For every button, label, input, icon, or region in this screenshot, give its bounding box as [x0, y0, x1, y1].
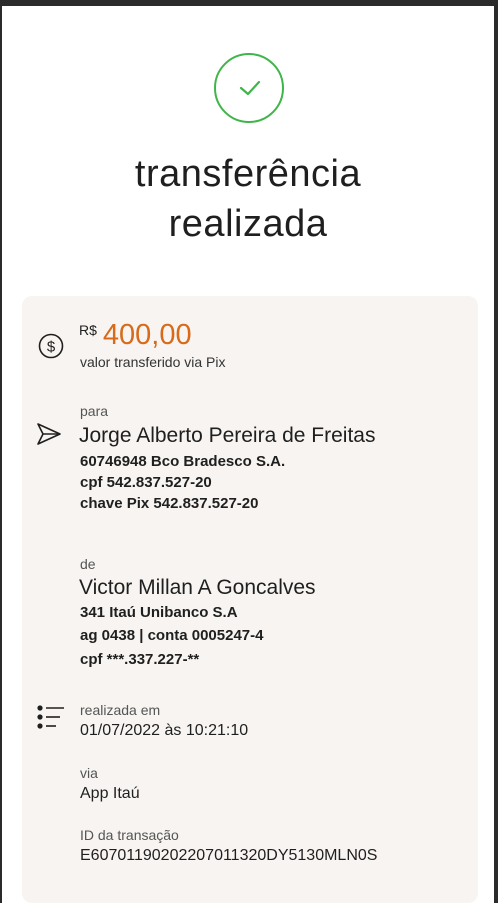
- sender-label: de: [80, 556, 96, 572]
- recipient-bank: 60746948 Bco Bradesco S.A.: [80, 453, 286, 470]
- recipient-label: para: [80, 403, 109, 419]
- svg-text:$: $: [47, 339, 56, 356]
- recipient-cpf: cpf 542.837.527-20: [80, 474, 212, 491]
- page-title: transferência realizada: [2, 149, 494, 249]
- amount-row: R$ 400,00: [79, 319, 192, 352]
- date-label: realizada em: [80, 702, 161, 718]
- date-value: 01/07/2022 às 10:21:10: [80, 722, 249, 739]
- transaction-id-value: E60701190202207011320DY5130MLN0S: [80, 847, 378, 864]
- sender-bank: 341 Itaú Unibanco S.A: [80, 604, 238, 621]
- sender-cpf: cpf ***.337.227-**: [80, 651, 200, 668]
- paper-plane-icon: [35, 421, 63, 452]
- currency-label: R$: [79, 322, 97, 338]
- sender-name: Victor Millan A Goncalves: [79, 576, 316, 599]
- sender-account: ag 0438 | conta 0005247-4: [80, 627, 264, 644]
- dollar-circle-icon: $: [37, 332, 65, 365]
- recipient-pix-key: chave Pix 542.837.527-20: [80, 495, 259, 512]
- receipt-screen: transferência realizada $ R$ 400,00 valor…: [2, 6, 494, 903]
- amount-caption: valor transferido via Pix: [80, 354, 226, 370]
- title-line-2: realizada: [168, 203, 328, 245]
- transaction-id-label: ID da transação: [80, 827, 179, 843]
- via-value: App Itaú: [80, 785, 140, 802]
- amount-value: 400,00: [102, 319, 192, 351]
- recipient-name: Jorge Alberto Pereira de Freitas: [79, 424, 376, 447]
- title-line-1: transferência: [134, 153, 362, 195]
- via-label: via: [80, 765, 98, 781]
- check-circle-icon: [214, 53, 284, 123]
- list-icon: [36, 704, 66, 735]
